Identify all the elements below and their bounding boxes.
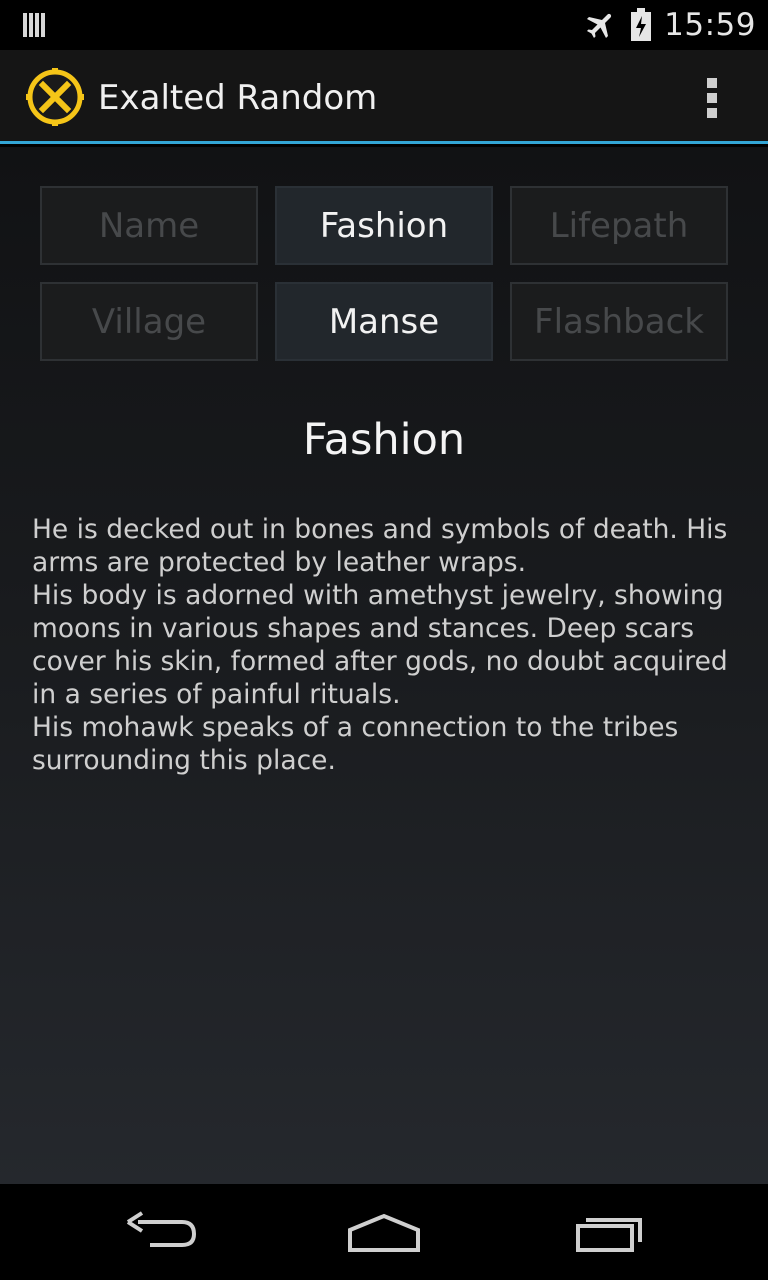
notification-icon bbox=[23, 13, 45, 37]
tab-name[interactable]: Name bbox=[40, 186, 258, 265]
tab-lifepath[interactable]: Lifepath bbox=[510, 186, 728, 265]
description-paragraph: His body is adorned with amethyst jewelr… bbox=[32, 580, 728, 710]
tab-manse[interactable]: Manse bbox=[275, 282, 493, 361]
description-paragraph: His mohawk speaks of a connection to the… bbox=[32, 712, 679, 776]
status-bar: 15:59 bbox=[0, 0, 768, 50]
tab-village[interactable]: Village bbox=[40, 282, 258, 361]
description-text: He is decked out in bones and symbols of… bbox=[32, 513, 742, 777]
back-icon[interactable] bbox=[110, 1202, 210, 1262]
recent-apps-icon[interactable] bbox=[560, 1202, 660, 1262]
exalted-x-icon[interactable] bbox=[26, 68, 84, 126]
app-title: Exalted Random bbox=[98, 78, 378, 118]
generator-tabs: Name Fashion Lifepath Village Manse Flas… bbox=[40, 186, 728, 361]
navigation-bar bbox=[0, 1184, 768, 1280]
app-bar: Exalted Random bbox=[0, 50, 768, 144]
section-title: Fashion bbox=[302, 415, 466, 465]
airplane-icon bbox=[587, 13, 612, 39]
battery-charging-icon bbox=[631, 8, 652, 41]
status-time: 15:59 bbox=[664, 7, 756, 43]
tab-flashback[interactable]: Flashback bbox=[510, 282, 728, 361]
home-icon[interactable] bbox=[334, 1202, 434, 1262]
description-paragraph: He is decked out in bones and symbols of… bbox=[32, 514, 728, 578]
overflow-menu-icon[interactable] bbox=[696, 76, 728, 120]
tab-fashion[interactable]: Fashion bbox=[275, 186, 493, 265]
main-content: Name Fashion Lifepath Village Manse Flas… bbox=[0, 147, 768, 1184]
